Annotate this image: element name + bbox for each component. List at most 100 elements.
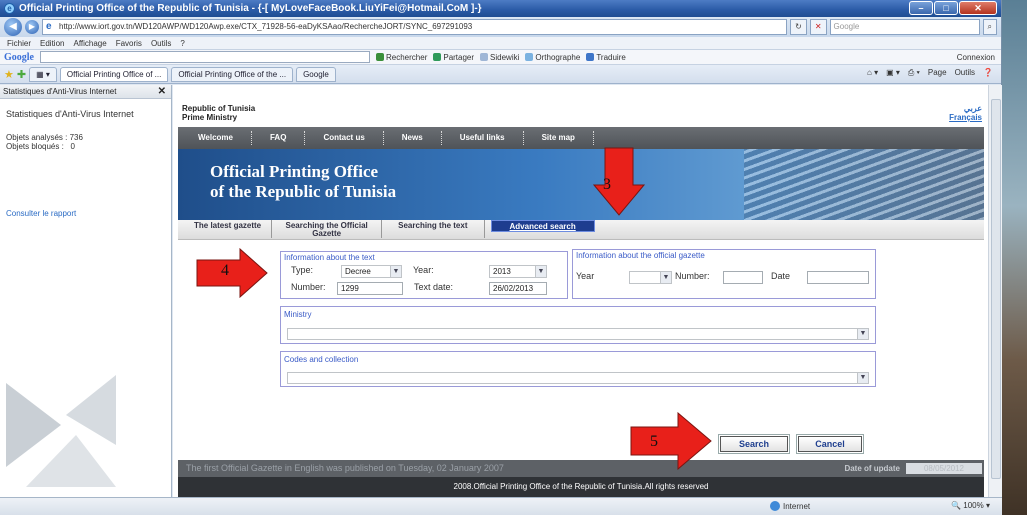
site-nav: Welcome FAQ Contact us News Useful links… <box>178 127 984 149</box>
vertical-scrollbar[interactable] <box>988 85 1002 497</box>
globe-icon <box>770 501 780 511</box>
search-input[interactable]: Google <box>829 19 980 35</box>
kaspersky-logo-icon <box>6 375 116 487</box>
menu-outils[interactable]: Outils <box>151 39 171 48</box>
tab-official-printing-2[interactable]: Official Printing Office of the ... <box>171 66 294 82</box>
stat-analysed: Objets analysés : 736 <box>6 133 83 142</box>
gazette-date-input[interactable] <box>807 271 869 284</box>
menu-fichier[interactable]: Fichier <box>7 39 31 48</box>
url-field[interactable]: http://www.iort.gov.tn/WD120AWP/WD120Awp… <box>42 19 788 35</box>
tab-latest-gazette[interactable]: The latest gazette <box>184 220 273 238</box>
chevron-down-icon: ▼ <box>535 266 546 277</box>
nav-welcome[interactable]: Welcome <box>198 131 252 145</box>
tab-search-gazette[interactable]: Searching the Official Gazette <box>272 220 383 238</box>
close-button[interactable]: ✕ <box>959 1 997 15</box>
menu-help[interactable]: ? <box>180 39 184 48</box>
banner-title: Official Printing Office of the Republic… <box>210 162 397 201</box>
type-select[interactable]: Decree ▼ <box>341 265 402 278</box>
site-header: Republic of Tunisia Prime Ministry عربي … <box>178 85 984 127</box>
gazette-notice: The first Official Gazette in English wa… <box>186 463 504 473</box>
gazette-number-input[interactable] <box>723 271 763 284</box>
french-link[interactable]: Français <box>949 113 982 122</box>
menu-edition[interactable]: Edition <box>40 39 64 48</box>
codes-select[interactable]: ▼ <box>287 372 869 384</box>
tools-menu[interactable]: Outils <box>955 68 975 78</box>
advanced-search-form: Information about the text Type: Decree ▼… <box>178 242 984 473</box>
tab-search-text[interactable]: Searching the text <box>382 220 485 238</box>
text-date-input[interactable]: 26/02/2013 <box>489 282 547 295</box>
search-icon[interactable]: ⌕ <box>982 19 997 35</box>
sidewiki-button[interactable]: Sidewiki <box>480 53 519 62</box>
menu-favoris[interactable]: Favoris <box>116 39 142 48</box>
sidebar-header: Statistiques d'Anti-Virus Internet ✕ <box>0 85 171 99</box>
sidebar-title: Statistiques d'Anti-Virus Internet <box>6 109 134 119</box>
year-select[interactable]: 2013 ▼ <box>489 265 547 278</box>
orthographe-button[interactable]: Orthographe <box>525 53 580 62</box>
minimize-button[interactable]: – <box>909 1 933 15</box>
close-sidebar-icon[interactable]: ✕ <box>158 85 166 98</box>
number-input[interactable]: 1299 <box>337 282 403 295</box>
arabic-link[interactable]: عربي <box>949 104 982 113</box>
nav-news[interactable]: News <box>384 131 442 145</box>
menu-affichage[interactable]: Affichage <box>73 39 106 48</box>
tab-google[interactable]: Google <box>296 66 336 82</box>
ie-icon: e <box>4 3 15 14</box>
status-bar: Internet 🔍 100% ▾ <box>0 497 1002 515</box>
type-label: Type: <box>291 265 314 275</box>
chevron-down-icon: ▼ <box>390 266 401 277</box>
scrollbar-thumb[interactable] <box>991 99 1001 479</box>
search-icon <box>376 53 384 61</box>
copyright-bar: 2008.Official Printing Office of the Rep… <box>178 477 984 497</box>
partager-button[interactable]: Partager <box>433 53 474 62</box>
page-menu[interactable]: Page <box>928 68 947 78</box>
annotation-number-5: 5 <box>650 433 658 450</box>
quick-tabs-button[interactable]: ▦ ▾ <box>29 66 57 82</box>
print-icon[interactable]: ⎙ ▾ <box>908 68 920 78</box>
nav-contact[interactable]: Contact us <box>305 131 384 145</box>
ministry-select[interactable]: ▼ <box>287 328 869 340</box>
add-favorites-icon[interactable]: ✚ <box>17 68 26 81</box>
report-link[interactable]: Consulter le rapport <box>0 209 171 218</box>
home-icon[interactable]: ⌂ ▾ <box>867 68 878 78</box>
nav-faq[interactable]: FAQ <box>252 131 306 145</box>
tab-official-printing-1[interactable]: Official Printing Office of ... <box>59 66 169 82</box>
refresh-button[interactable]: ↻ <box>790 19 807 35</box>
traduire-button[interactable]: Traduire <box>586 53 626 62</box>
annotation-number-4: 4 <box>221 262 229 279</box>
codes-box: Codes and collection ▼ <box>280 351 876 387</box>
search-button[interactable]: Search <box>718 434 790 454</box>
connexion-button[interactable]: Connexion <box>957 53 995 62</box>
stop-button[interactable]: ✕ <box>809 19 827 35</box>
tab-advanced-search[interactable]: Advanced search <box>490 220 595 232</box>
rechercher-button[interactable]: Rechercher <box>376 53 427 62</box>
desktop-background <box>1000 0 1027 515</box>
text-info-box: Information about the text Type: Decree ▼… <box>280 251 568 299</box>
address-bar: ◀ ▶ http://www.iort.gov.tn/WD120AWP/WD12… <box>0 17 1001 37</box>
help-icon[interactable]: ❓ <box>983 68 993 78</box>
title-bar: e Official Printing Office of the Republ… <box>0 0 1001 17</box>
gazette-info-box: Information about the official gazette Y… <box>572 249 876 299</box>
nav-useful-links[interactable]: Useful links <box>442 131 524 145</box>
nav-site-map[interactable]: Site map <box>524 131 594 145</box>
command-bar: ⌂ ▾ ▣ ▾ ⎙ ▾ Page Outils ❓ <box>867 68 993 78</box>
security-zone: Internet <box>770 501 810 511</box>
zoom-level[interactable]: 🔍 100% ▾ <box>951 501 990 510</box>
number-label: Number: <box>291 282 326 292</box>
chevron-down-icon: ▼ <box>857 329 868 339</box>
cancel-button[interactable]: Cancel <box>796 434 864 454</box>
back-button[interactable]: ◀ <box>4 18 22 36</box>
gazette-number-label: Number: <box>675 271 710 281</box>
feeds-icon[interactable]: ▣ ▾ <box>886 68 900 78</box>
gazette-info-title: Information about the official gazette <box>576 251 705 260</box>
forward-button[interactable]: ▶ <box>25 20 39 34</box>
gazette-year-select[interactable]: ▼ <box>629 271 672 284</box>
ministry-title: Ministry <box>284 310 312 319</box>
google-search-input[interactable] <box>40 51 370 63</box>
favorites-star-icon[interactable]: ★ <box>4 68 14 81</box>
annotation-arrow-3-icon <box>593 147 645 216</box>
chevron-down-icon: ▼ <box>660 272 671 283</box>
update-value: 08/05/2012 <box>906 463 982 474</box>
update-label: Date of update <box>844 464 900 473</box>
maximize-button[interactable]: □ <box>934 1 958 15</box>
antivirus-sidebar: Statistiques d'Anti-Virus Internet ✕ Sta… <box>0 85 172 497</box>
